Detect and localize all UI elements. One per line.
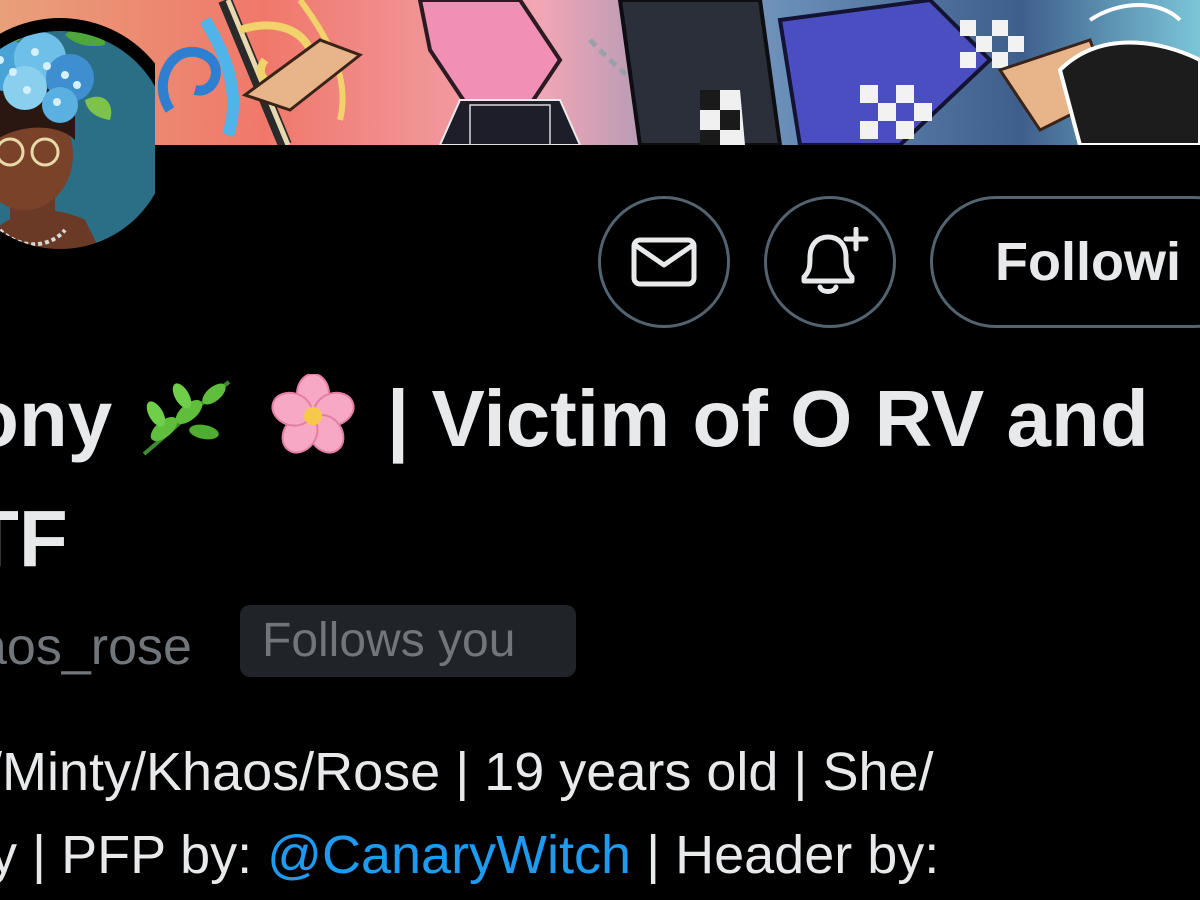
bio-line-2: ey | PFP by: @CanaryWitch | Header by: xyxy=(0,823,939,887)
avatar[interactable] xyxy=(0,0,182,300)
bell-plus-icon xyxy=(801,227,869,294)
profile-picture-image xyxy=(0,18,182,262)
bio-text: ey | PFP by: xyxy=(0,825,253,885)
follows-you-badge: Follows you xyxy=(240,605,576,677)
following-button-label: Followi xyxy=(995,232,1181,292)
message-button[interactable] xyxy=(598,196,730,328)
profile-header-banner[interactable] xyxy=(0,0,1200,145)
mail-icon xyxy=(631,237,697,287)
herb-emoji-icon xyxy=(143,380,231,456)
notifications-button[interactable] xyxy=(764,196,896,328)
mention-link[interactable]: @CanaryWitch xyxy=(267,825,631,885)
bio-text-end: | Header by: xyxy=(631,825,940,885)
bio-line-1: y/Minty/Khaos/Rose | 19 years old | She/ xyxy=(0,742,934,802)
display-name-part-2: | Victim of O RV and xyxy=(386,374,1149,463)
display-name: ony | Victim of O RV and xyxy=(0,374,1149,464)
header-artwork-image xyxy=(0,0,1200,145)
username-handle: aos_rose xyxy=(0,618,192,676)
cherry-blossom-emoji-icon xyxy=(271,374,355,454)
display-name-part-1: ony xyxy=(0,374,113,463)
following-button[interactable]: Followi xyxy=(930,196,1200,328)
display-name-continued: TF xyxy=(0,494,68,583)
